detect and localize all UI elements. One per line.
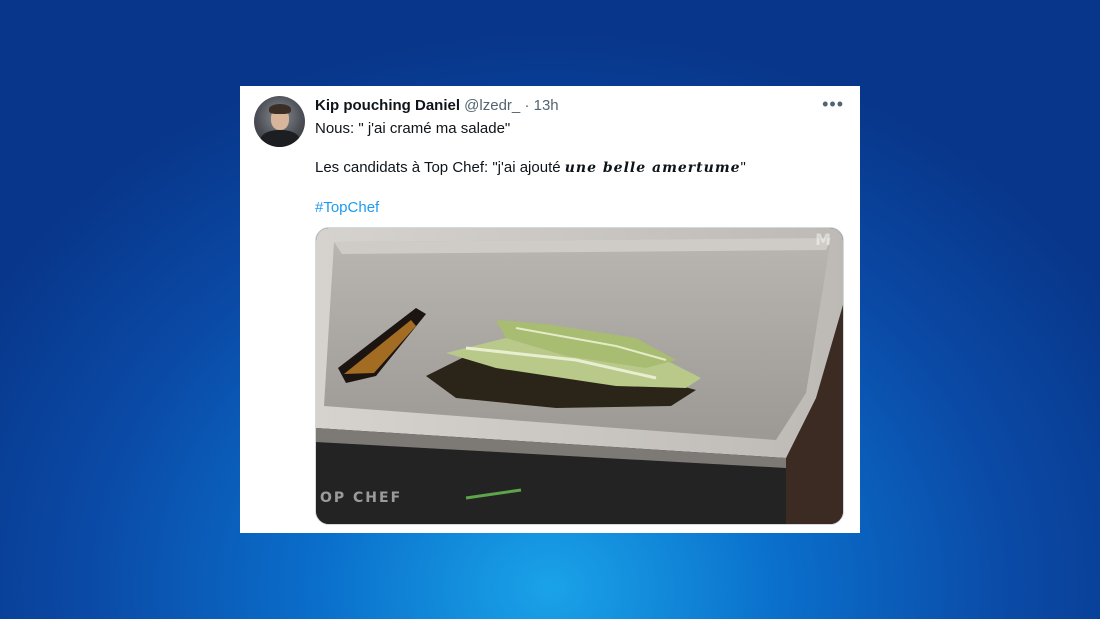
avatar-hair (269, 104, 291, 114)
tweet-text-line-2-prefix: Les candidats à Top Chef: "j'ai ajouté (315, 159, 565, 176)
separator-dot: · (524, 97, 530, 114)
tweet-timestamp[interactable]: 13h (534, 97, 559, 114)
avatar-jacket (260, 130, 300, 147)
hashtag-link[interactable]: #TopChef (315, 198, 379, 218)
tweet-media-image[interactable]: OP CHEF M (315, 227, 844, 525)
author-name[interactable]: Kip pouching Daniel (315, 97, 460, 114)
media-watermark: OP CHEF (320, 490, 403, 506)
media-channel-logo: M (815, 230, 831, 249)
tweet-text-fancy: une belle amertume (564, 160, 741, 176)
tweet-text-line-1: Nous: " j'ai cramé ma salade" (315, 120, 511, 137)
tweet-card: Kip pouching Daniel @lzedr_ · 13h ••• No… (240, 86, 860, 533)
tweet-text-line-2: Les candidats à Top Chef: "j'ai ajouté u… (315, 158, 746, 178)
tweet-header: Kip pouching Daniel @lzedr_ · 13h (315, 97, 559, 115)
media-illustration (316, 228, 843, 524)
more-horizontal-icon[interactable]: ••• (822, 94, 844, 115)
tweet-text-line-2-suffix: " (740, 159, 746, 176)
author-avatar[interactable] (254, 96, 305, 147)
author-handle[interactable]: @lzedr_ (464, 97, 520, 114)
